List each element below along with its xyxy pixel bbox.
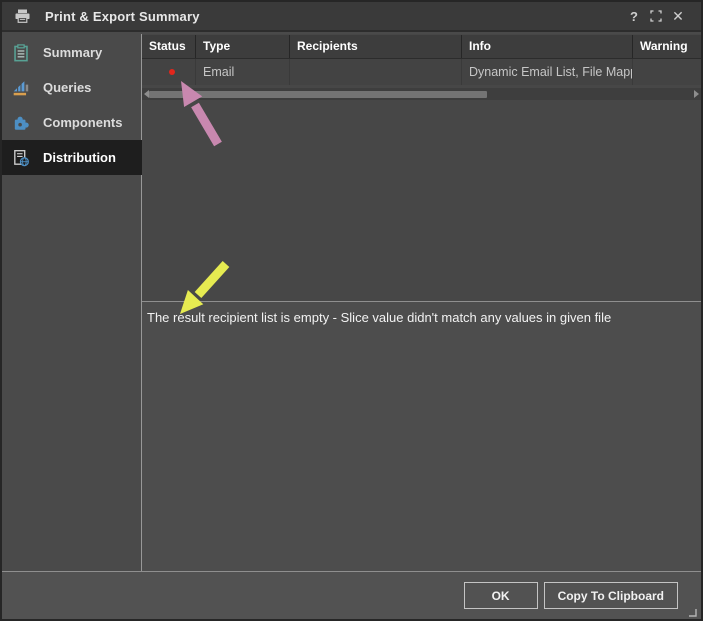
horizontal-scrollbar[interactable] — [142, 88, 701, 100]
error-status-dot-icon — [169, 69, 175, 75]
ok-button[interactable]: OK — [464, 582, 538, 609]
summary-clipboard-icon — [12, 44, 30, 62]
table-row[interactable]: Email Dynamic Email List, File Mappin — [142, 59, 701, 85]
close-button[interactable]: ✕ — [667, 5, 689, 27]
recipients-cell — [290, 59, 462, 85]
type-cell: Email — [196, 59, 290, 85]
column-header-recipients[interactable]: Recipients — [290, 35, 462, 58]
queries-chart-icon — [12, 79, 30, 97]
titlebar: Print & Export Summary ? ✕ — [2, 2, 701, 32]
sidebar-item-label: Components — [43, 115, 122, 130]
resize-grip-icon[interactable] — [687, 605, 698, 616]
info-cell: Dynamic Email List, File Mappin — [462, 59, 633, 85]
warning-cell — [633, 59, 701, 85]
sidebar-item-label: Distribution — [43, 150, 116, 165]
sidebar-item-components[interactable]: Components — [2, 105, 141, 140]
maximize-icon[interactable] — [645, 5, 667, 27]
dialog-title: Print & Export Summary — [45, 9, 200, 24]
status-cell — [142, 59, 196, 85]
copy-to-clipboard-button[interactable]: Copy To Clipboard — [544, 582, 678, 609]
components-puzzle-icon — [12, 114, 30, 132]
dialog-body: Summary Queries — [2, 34, 701, 571]
sidebar-item-summary[interactable]: Summary — [2, 35, 141, 70]
footer-bar: OK Copy To Clipboard — [2, 571, 701, 619]
help-button[interactable]: ? — [623, 5, 645, 27]
column-header-info[interactable]: Info — [462, 35, 633, 58]
sidebar-item-label: Summary — [43, 45, 102, 60]
sidebar-item-queries[interactable]: Queries — [2, 70, 141, 105]
column-header-warning[interactable]: Warning — [633, 35, 701, 58]
column-header-status[interactable]: Status — [142, 35, 196, 58]
scroll-right-icon[interactable] — [694, 90, 699, 98]
sidebar-item-distribution[interactable]: Distribution — [2, 140, 142, 175]
sidebar-item-label: Queries — [43, 80, 91, 95]
sidebar: Summary Queries — [2, 34, 142, 571]
detail-message-panel: The result recipient list is empty - Sli… — [142, 301, 701, 571]
printer-icon — [14, 8, 31, 24]
distribution-panel: Status Type Recipients Info Warning Emai… — [142, 34, 701, 571]
error-message-text: The result recipient list is empty - Sli… — [147, 309, 696, 326]
print-export-summary-dialog: Print & Export Summary ? ✕ — [0, 0, 703, 621]
column-header-type[interactable]: Type — [196, 35, 290, 58]
distribution-document-globe-icon — [12, 149, 30, 167]
table-header: Status Type Recipients Info Warning — [142, 35, 701, 59]
scrollbar-thumb[interactable] — [149, 91, 487, 98]
